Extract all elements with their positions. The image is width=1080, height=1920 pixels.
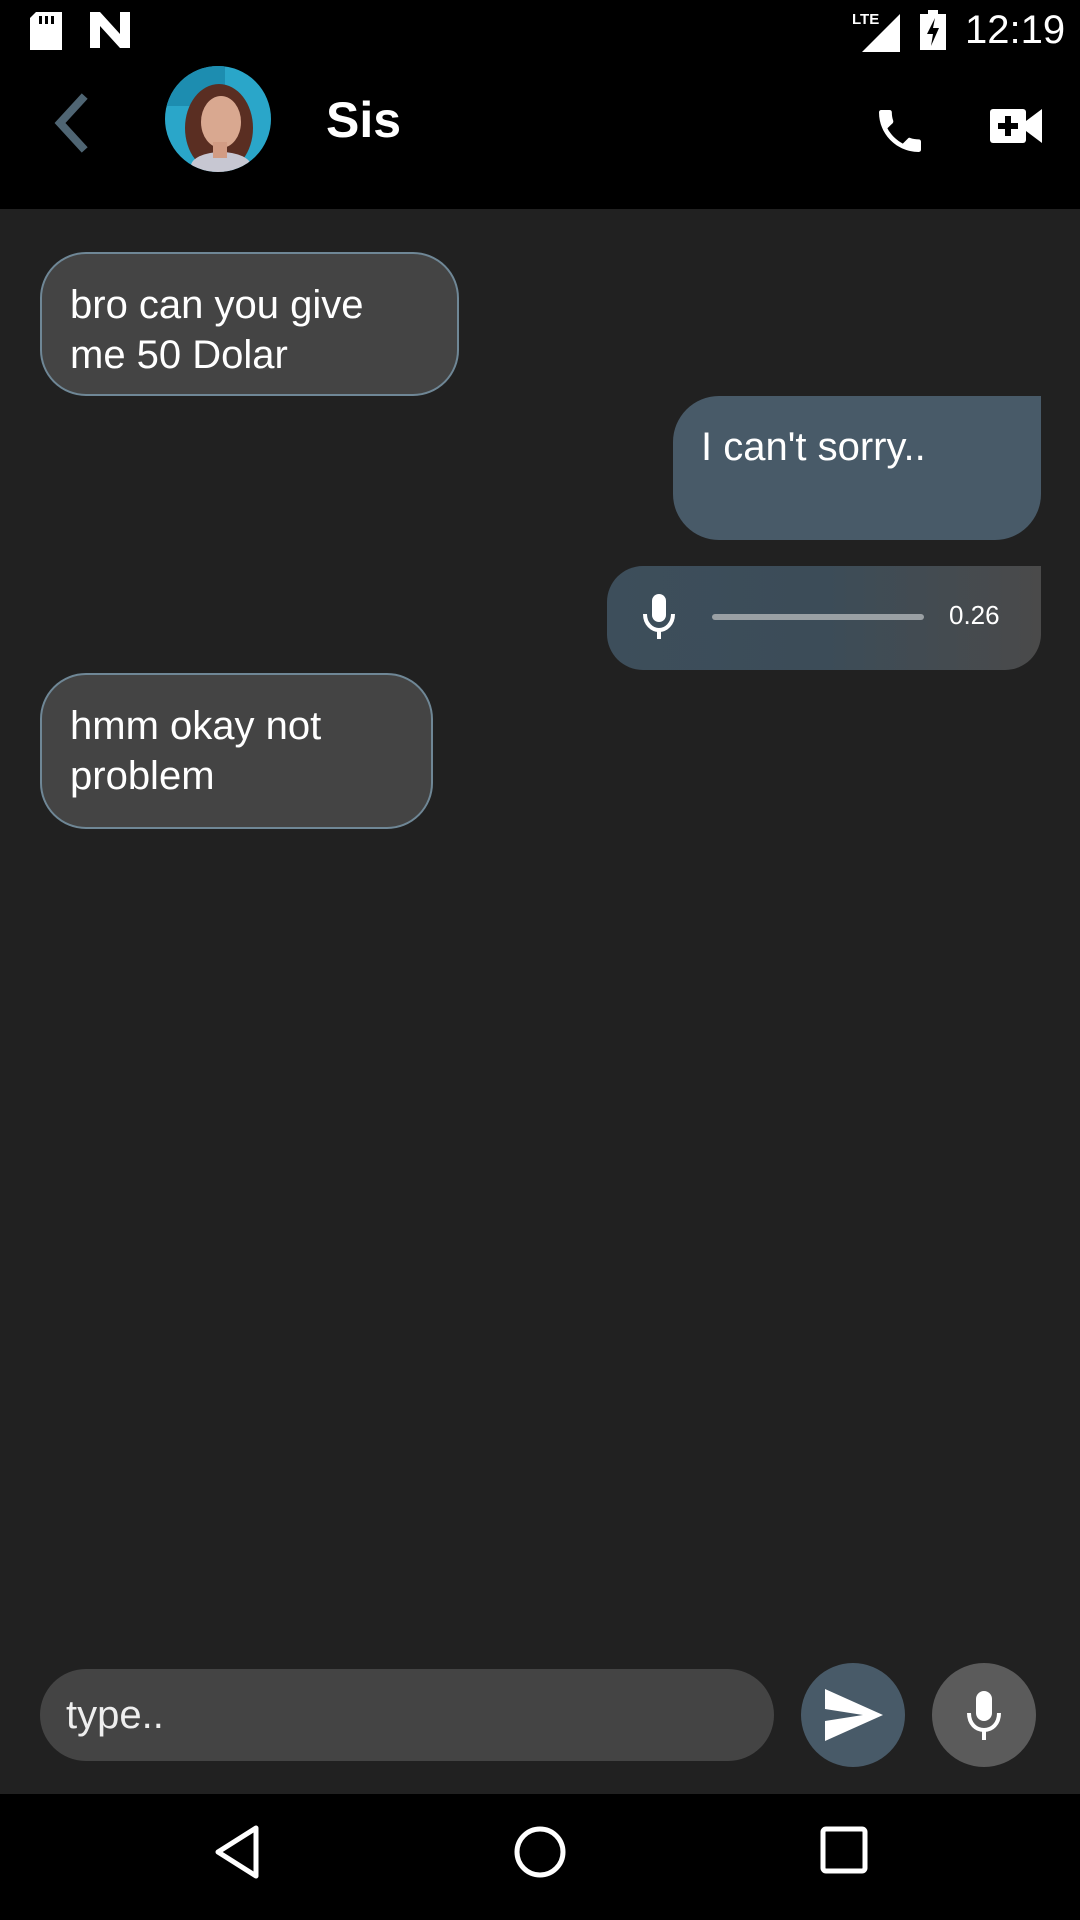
- chat-header: Sis: [0, 63, 1080, 209]
- record-voice-button[interactable]: [932, 1663, 1036, 1767]
- contact-name: Sis: [326, 92, 402, 148]
- sd-card-icon: [30, 12, 62, 55]
- incoming-message-bubble[interactable]: bro can you give me 50 Dolar: [40, 252, 459, 396]
- send-button[interactable]: [801, 1663, 905, 1767]
- notification-n-icon: [90, 12, 130, 53]
- outgoing-message-bubble[interactable]: I can't sorry..: [673, 396, 1041, 540]
- avatar[interactable]: [165, 66, 271, 172]
- video-call-icon[interactable]: [990, 107, 1042, 150]
- back-nav-icon[interactable]: [212, 1824, 262, 1885]
- voice-message[interactable]: 0.26: [607, 566, 1041, 670]
- lte-signal-icon: LTE: [850, 8, 902, 57]
- send-icon: [825, 1689, 883, 1741]
- message-input[interactable]: [40, 1669, 774, 1761]
- recents-nav-icon[interactable]: [820, 1824, 868, 1881]
- status-bar: LTE 12:19: [0, 0, 1080, 63]
- message-composer: [0, 1663, 1080, 1794]
- system-navigation-bar: [0, 1794, 1080, 1920]
- phone-icon[interactable]: [872, 103, 928, 164]
- microphone-icon: [643, 594, 675, 645]
- svg-text:LTE: LTE: [852, 11, 879, 28]
- voice-duration: 0.26: [949, 600, 1000, 630]
- message-list[interactable]: bro can you give me 50 Dolar I can't sor…: [0, 209, 1080, 1669]
- voice-progress-track[interactable]: [712, 614, 924, 620]
- microphone-icon: [967, 1691, 1001, 1740]
- status-time: 12:19: [965, 8, 1066, 52]
- home-nav-icon[interactable]: [512, 1824, 568, 1885]
- battery-charging-icon: [920, 10, 946, 55]
- incoming-message-bubble[interactable]: hmm okay not problem: [40, 673, 433, 829]
- back-arrow-icon[interactable]: [48, 91, 98, 155]
